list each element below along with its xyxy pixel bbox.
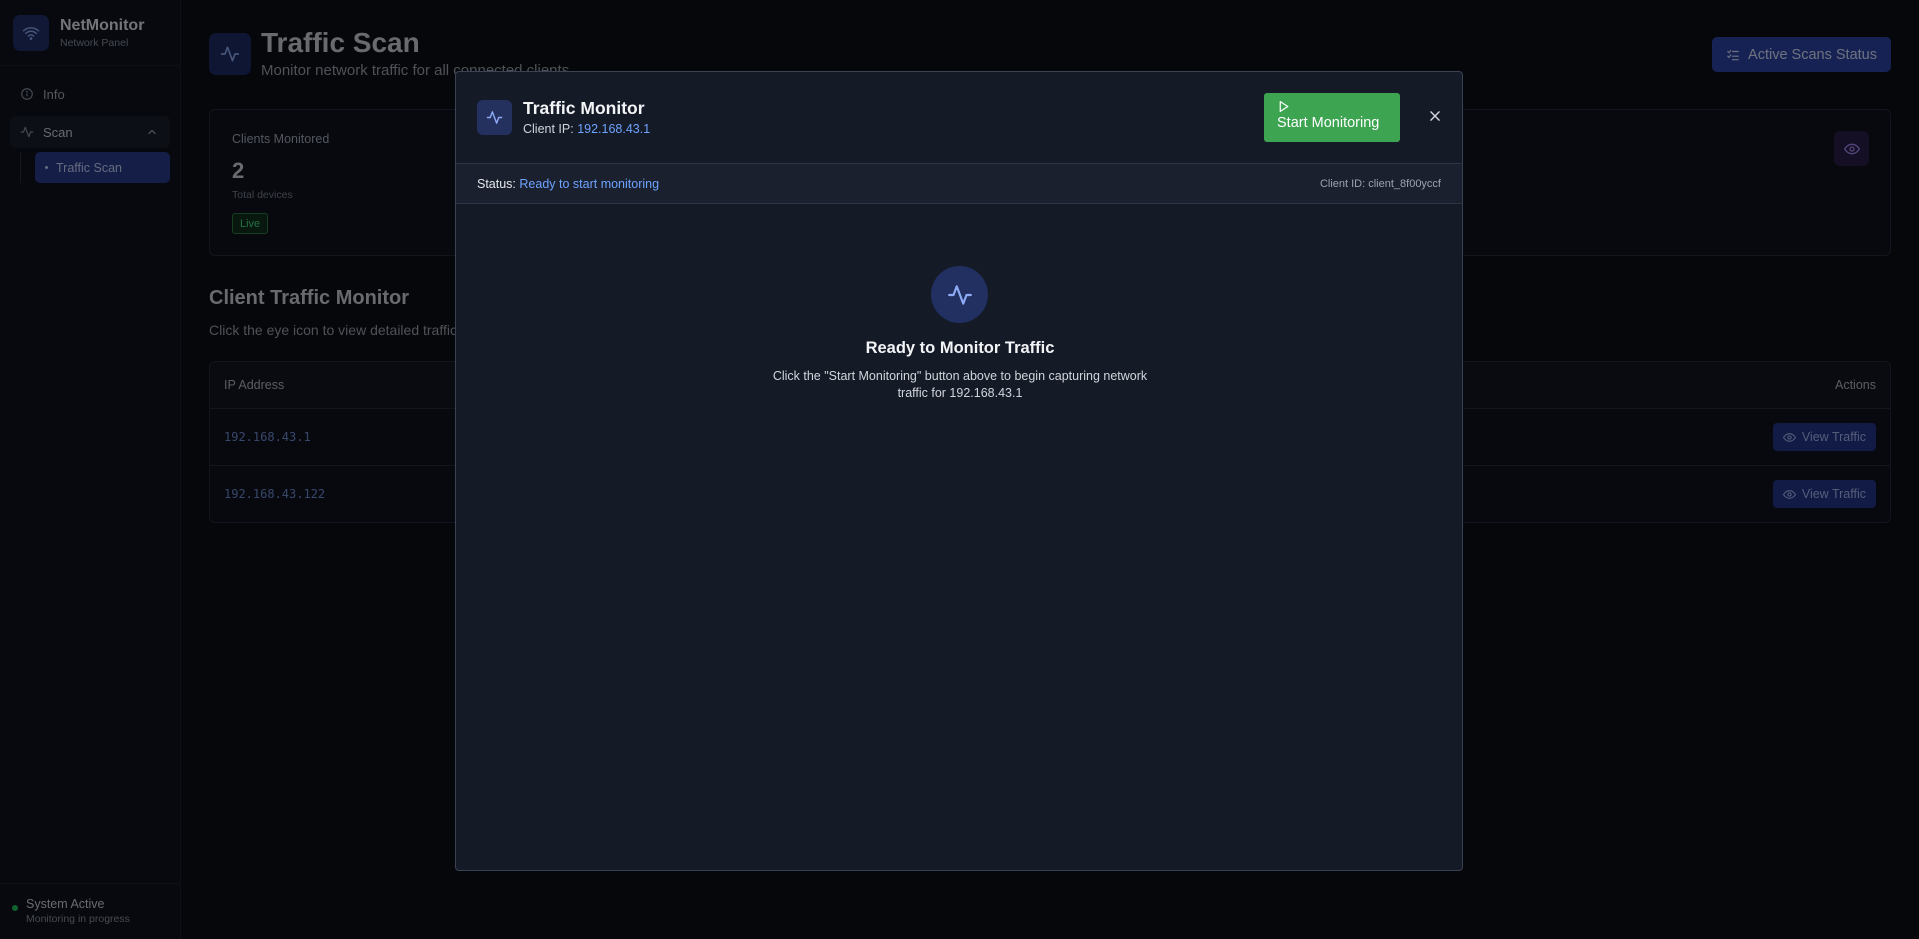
activity-icon [931,266,988,323]
close-icon[interactable] [1426,107,1444,125]
activity-icon [477,100,512,135]
status-text: Status: Ready to start monitoring [477,177,659,191]
play-icon [1277,100,1400,113]
empty-state-description: Click the "Start Monitoring" button abov… [772,369,1148,400]
empty-state-title: Ready to Monitor Traffic [865,339,1055,357]
modal-client-ip: Client IP: 192.168.43.1 [523,122,650,136]
status-value: Ready to start monitoring [519,177,660,191]
start-monitoring-label: Start Monitoring [1277,115,1380,131]
client-ip-value: 192.168.43.1 [577,122,651,136]
client-id: Client ID: client_8f00yccf [1319,178,1441,190]
client-ip-label: Client IP: [523,122,574,136]
start-monitoring-button[interactable]: Start Monitoring [1264,93,1400,142]
modal-title: Traffic Monitor [523,98,645,118]
traffic-monitor-modal: Traffic Monitor Client IP: 192.168.43.1 … [455,71,1463,871]
modal-header: Traffic Monitor Client IP: 192.168.43.1 … [456,72,1462,164]
modal-status-bar: Status: Ready to start monitoring Client… [456,164,1462,204]
status-label: Status: [477,177,516,191]
